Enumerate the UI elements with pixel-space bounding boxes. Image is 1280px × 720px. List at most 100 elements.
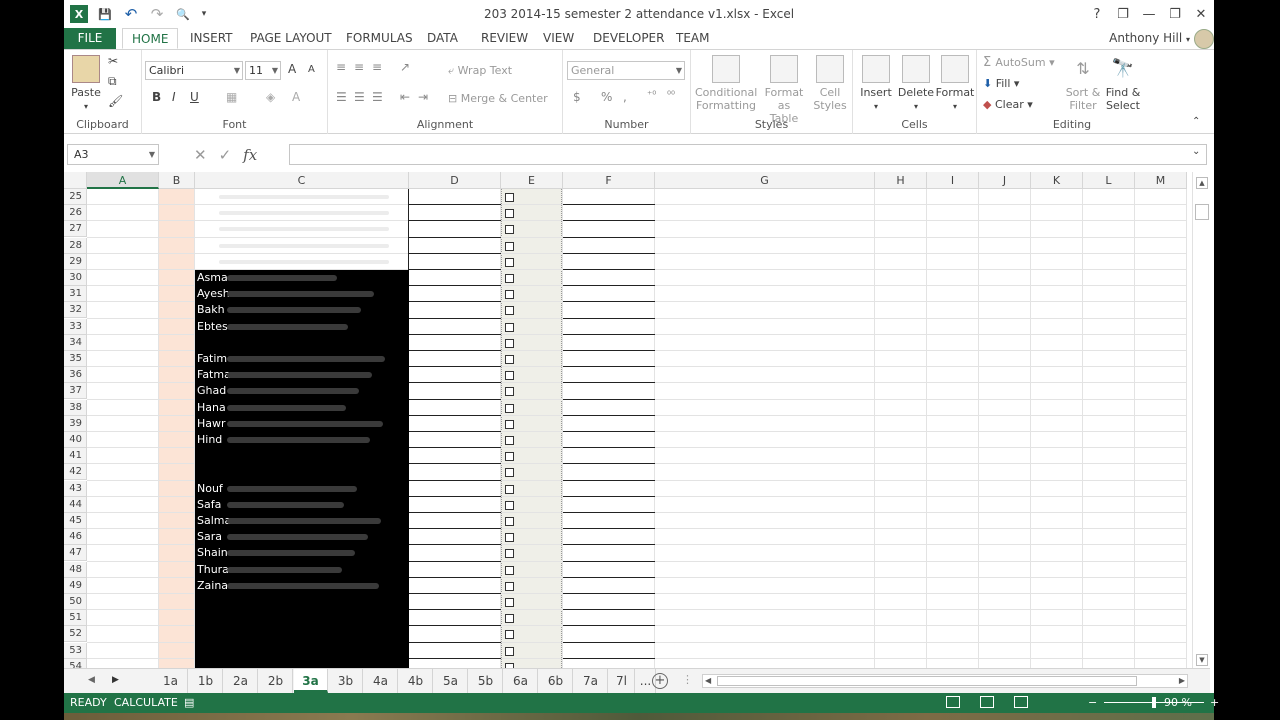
vertical-scrollbar[interactable]: ▲ ▼: [1192, 172, 1210, 668]
student-name[interactable]: Zaina: [197, 578, 228, 594]
sheet-tab-7l[interactable]: 7l: [609, 669, 635, 693]
minimize-button[interactable]: —: [1136, 4, 1162, 24]
grow-font-icon[interactable]: A: [288, 62, 296, 76]
student-name[interactable]: Nouf: [197, 481, 223, 497]
page-layout-view-icon[interactable]: [980, 696, 994, 708]
row-header-27[interactable]: 27: [64, 221, 87, 238]
horizontal-scrollbar[interactable]: ◀ ▶: [702, 674, 1188, 688]
attendance-checkbox[interactable]: [505, 565, 514, 575]
close-button[interactable]: ✕: [1188, 4, 1214, 24]
row-header-35[interactable]: 35: [64, 351, 87, 367]
select-all-corner[interactable]: [64, 172, 87, 189]
row-header-31[interactable]: 31: [64, 286, 87, 303]
cut-icon[interactable]: ✂: [108, 54, 118, 68]
attendance-checkbox[interactable]: [505, 193, 514, 202]
student-name[interactable]: Ayesh: [197, 286, 230, 302]
delete-cells-button[interactable]: Delete ▾: [897, 55, 935, 113]
tab-insert[interactable]: INSERT: [190, 28, 233, 49]
tab-formulas[interactable]: FORMULAS: [346, 28, 413, 49]
scroll-right-icon[interactable]: ▶: [1179, 676, 1185, 685]
sheet-tab-5a[interactable]: 5a: [434, 669, 468, 693]
attendance-checkbox[interactable]: [505, 241, 514, 251]
expand-formula-bar-icon[interactable]: ⌄: [1192, 146, 1200, 157]
column-header-j[interactable]: J: [979, 172, 1031, 189]
avatar[interactable]: [1194, 29, 1214, 49]
row-header-36[interactable]: 36: [64, 367, 87, 384]
wrap-text-button[interactable]: ⤶ Wrap Text: [448, 64, 512, 77]
column-header-d[interactable]: D: [409, 172, 501, 189]
attendance-checkbox[interactable]: [505, 225, 514, 235]
align-center-icon[interactable]: ☰: [354, 90, 365, 104]
column-header-a[interactable]: A: [87, 172, 159, 189]
student-name[interactable]: Thura: [197, 562, 229, 578]
font-color-icon[interactable]: A: [292, 90, 300, 104]
attendance-checkbox[interactable]: [505, 517, 514, 526]
number-format-select[interactable]: General ▼: [567, 61, 685, 80]
align-left-icon[interactable]: ☰: [336, 90, 347, 104]
row-header-26[interactable]: 26: [64, 205, 87, 222]
add-sheet-icon[interactable]: +: [652, 673, 668, 689]
bottom-align-icon[interactable]: ≡: [372, 60, 382, 74]
bold-button[interactable]: B: [152, 90, 161, 104]
percent-icon[interactable]: %: [601, 90, 612, 104]
student-name[interactable]: Hawr: [197, 416, 226, 432]
attendance-checkbox[interactable]: [505, 371, 514, 381]
insert-cells-button[interactable]: Insert ▾: [857, 55, 895, 113]
paste-button[interactable]: Paste ▾: [70, 55, 102, 113]
row-header-32[interactable]: 32: [64, 302, 87, 319]
scroll-up-icon[interactable]: ▲: [1196, 177, 1208, 189]
column-header-e[interactable]: E: [501, 172, 563, 189]
borders-icon[interactable]: ▦: [226, 90, 237, 104]
attendance-checkbox[interactable]: [505, 630, 514, 640]
row-header-39[interactable]: 39: [64, 415, 87, 432]
attendance-checkbox[interactable]: [505, 355, 514, 364]
attendance-checkbox[interactable]: [505, 257, 514, 267]
row-header-41[interactable]: 41: [64, 448, 87, 465]
student-name[interactable]: Ebtes: [197, 319, 228, 335]
worksheet-grid[interactable]: ABCDEFGHIJKLM 25 26 27 28 29 30 31 32 33 34 35 36 37…: [64, 172, 1210, 668]
row-header-47[interactable]: 47: [64, 545, 87, 562]
underline-button[interactable]: U: [190, 90, 199, 104]
attendance-checkbox[interactable]: [505, 322, 514, 332]
row-header-45[interactable]: 45: [64, 513, 87, 529]
attendance-checkbox[interactable]: [505, 646, 514, 656]
increase-decimal-icon[interactable]: ⁺⁰: [647, 90, 656, 101]
fill-button[interactable]: ⬇ Fill ▾: [983, 77, 1019, 90]
shrink-font-icon[interactable]: A: [308, 64, 315, 75]
top-align-icon[interactable]: ≡: [336, 60, 346, 74]
autosum-button[interactable]: Σ AutoSum ▾: [983, 56, 1055, 69]
decrease-indent-icon[interactable]: ⇤: [400, 90, 410, 104]
attendance-checkbox[interactable]: [505, 338, 514, 348]
collapse-ribbon-icon[interactable]: ⌃: [1192, 116, 1200, 127]
row-header-50[interactable]: 50: [64, 594, 87, 610]
attendance-checkbox[interactable]: [505, 598, 514, 607]
attendance-checkbox[interactable]: [505, 290, 514, 300]
row-header-37[interactable]: 37: [64, 383, 87, 400]
student-name[interactable]: Hana: [197, 400, 226, 416]
font-size-select[interactable]: 11 ▼: [245, 61, 281, 80]
scroll-left-icon[interactable]: ◀: [705, 676, 711, 685]
student-name[interactable]: Hind: [197, 432, 222, 448]
decrease-decimal-icon[interactable]: ⁰⁰: [667, 90, 675, 101]
row-header-53[interactable]: 53: [64, 642, 87, 659]
row-header-49[interactable]: 49: [64, 577, 87, 594]
row-header-44[interactable]: 44: [64, 496, 87, 513]
tab-view[interactable]: VIEW: [543, 28, 574, 49]
row-header-33[interactable]: 33: [64, 318, 87, 335]
row-header-30[interactable]: 30: [64, 270, 87, 286]
attendance-checkbox[interactable]: [505, 533, 514, 543]
column-header-h[interactable]: H: [875, 172, 927, 189]
student-name[interactable]: Sara: [197, 529, 222, 545]
comma-icon[interactable]: ,: [623, 90, 627, 104]
column-header-g[interactable]: G: [655, 172, 875, 189]
tab-team[interactable]: TEAM: [676, 28, 709, 49]
student-name[interactable]: Fatma: [197, 367, 231, 383]
tab-review[interactable]: REVIEW: [481, 28, 528, 49]
conditional-formatting-button[interactable]: Conditional Formatting: [695, 55, 757, 112]
fill-color-icon[interactable]: ◈: [266, 90, 275, 104]
format-as-table-button[interactable]: Format as Table: [759, 55, 809, 125]
format-cells-button[interactable]: Format ▾: [935, 55, 975, 113]
row-header-51[interactable]: 51: [64, 610, 87, 627]
sheet-tab-6b[interactable]: 6b: [539, 669, 573, 693]
tab-home[interactable]: HOME: [122, 28, 179, 49]
